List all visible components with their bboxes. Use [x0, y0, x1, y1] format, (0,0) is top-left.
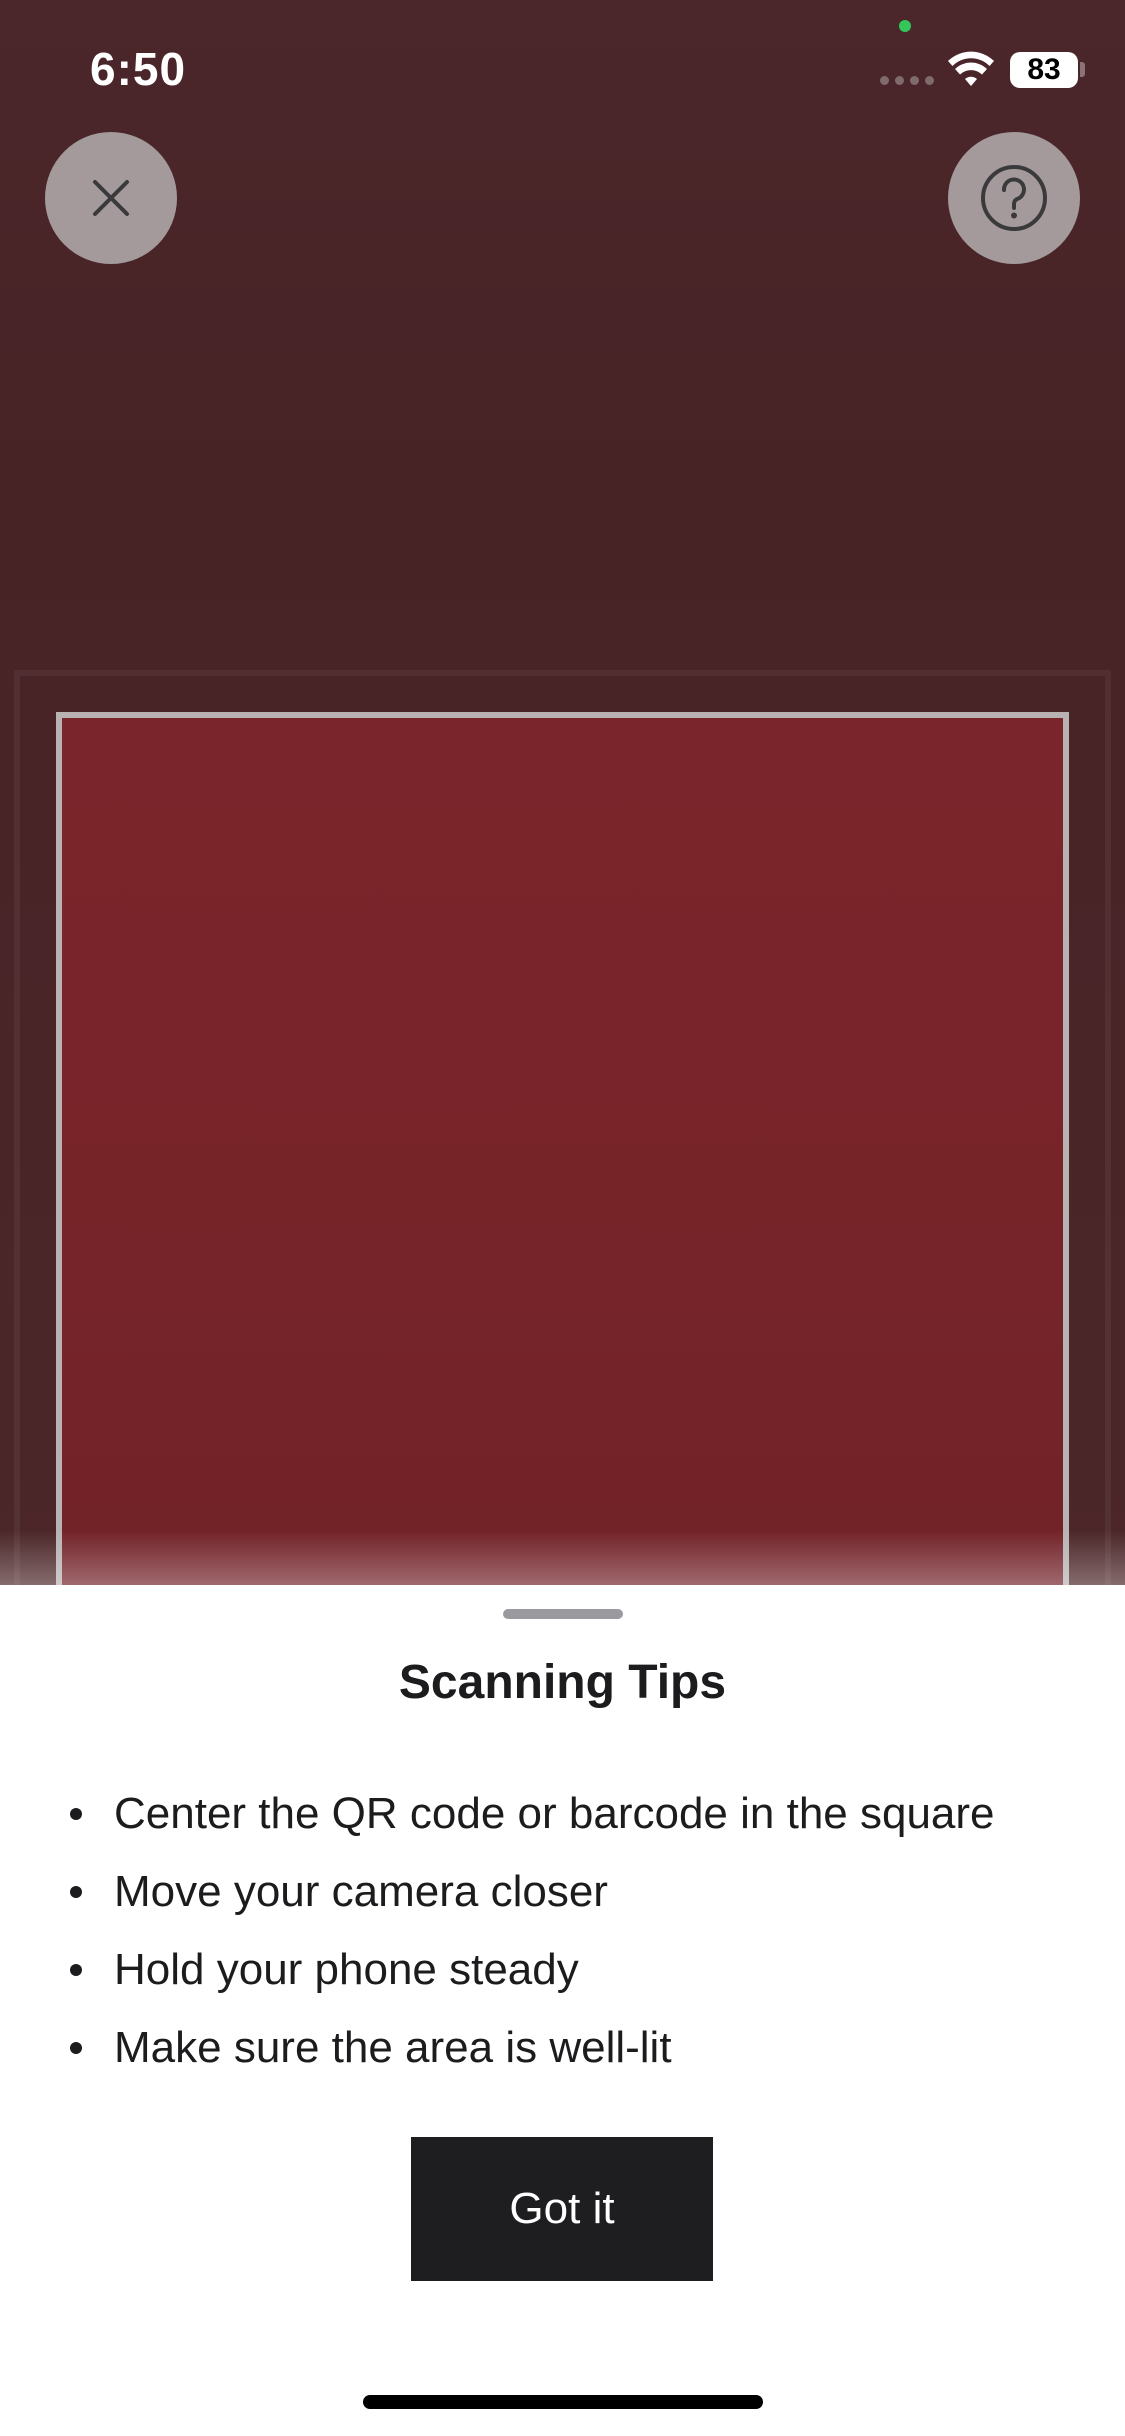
tip-text: Center the QR code or barcode in the squ…: [114, 1789, 995, 1838]
bullet-icon: [70, 2042, 82, 2054]
status-bar: 6:50 83: [0, 0, 1125, 140]
camera-in-use-indicator: [899, 20, 911, 32]
tip-text: Make sure the area is well-lit: [114, 2023, 672, 2072]
tip-text: Hold your phone steady: [114, 1945, 579, 1994]
tip-text: Move your camera closer: [114, 1867, 608, 1916]
status-time: 6:50: [90, 43, 187, 95]
list-item: Make sure the area is well-lit: [70, 2009, 1090, 2087]
sheet-title: Scanning Tips: [398, 1656, 727, 1709]
close-button[interactable]: [45, 132, 177, 264]
sheet-shadow: [0, 1530, 1125, 1590]
bullet-icon: [70, 1808, 82, 1820]
list-item: Hold your phone steady: [70, 1931, 1090, 2009]
tips-list: Center the QR code or barcode in the squ…: [70, 1775, 1090, 2087]
bullet-icon: [70, 1886, 82, 1898]
signal-dots-icon: [880, 76, 936, 86]
list-item: Center the QR code or barcode in the squ…: [70, 1775, 1090, 1853]
question-circle-icon: [981, 165, 1047, 231]
list-item: Move your camera closer: [70, 1853, 1090, 1931]
wifi-icon: [948, 51, 994, 86]
scanning-tips-sheet: Scanning Tips Center the QR code or barc…: [0, 1585, 1125, 2436]
close-icon: [93, 180, 129, 216]
sheet-grabber[interactable]: [503, 1609, 623, 1619]
help-button[interactable]: [948, 132, 1080, 264]
bullet-icon: [70, 1964, 82, 1976]
battery-tip: [1080, 62, 1085, 77]
scanner-screen: 6:50 83 Scanning Tips Center the QR code…: [0, 0, 1125, 2436]
home-indicator[interactable]: [363, 2395, 763, 2409]
battery-icon: 83: [1010, 52, 1078, 88]
got-it-button[interactable]: Got it: [411, 2137, 713, 2281]
battery-level: 83: [1027, 53, 1061, 86]
